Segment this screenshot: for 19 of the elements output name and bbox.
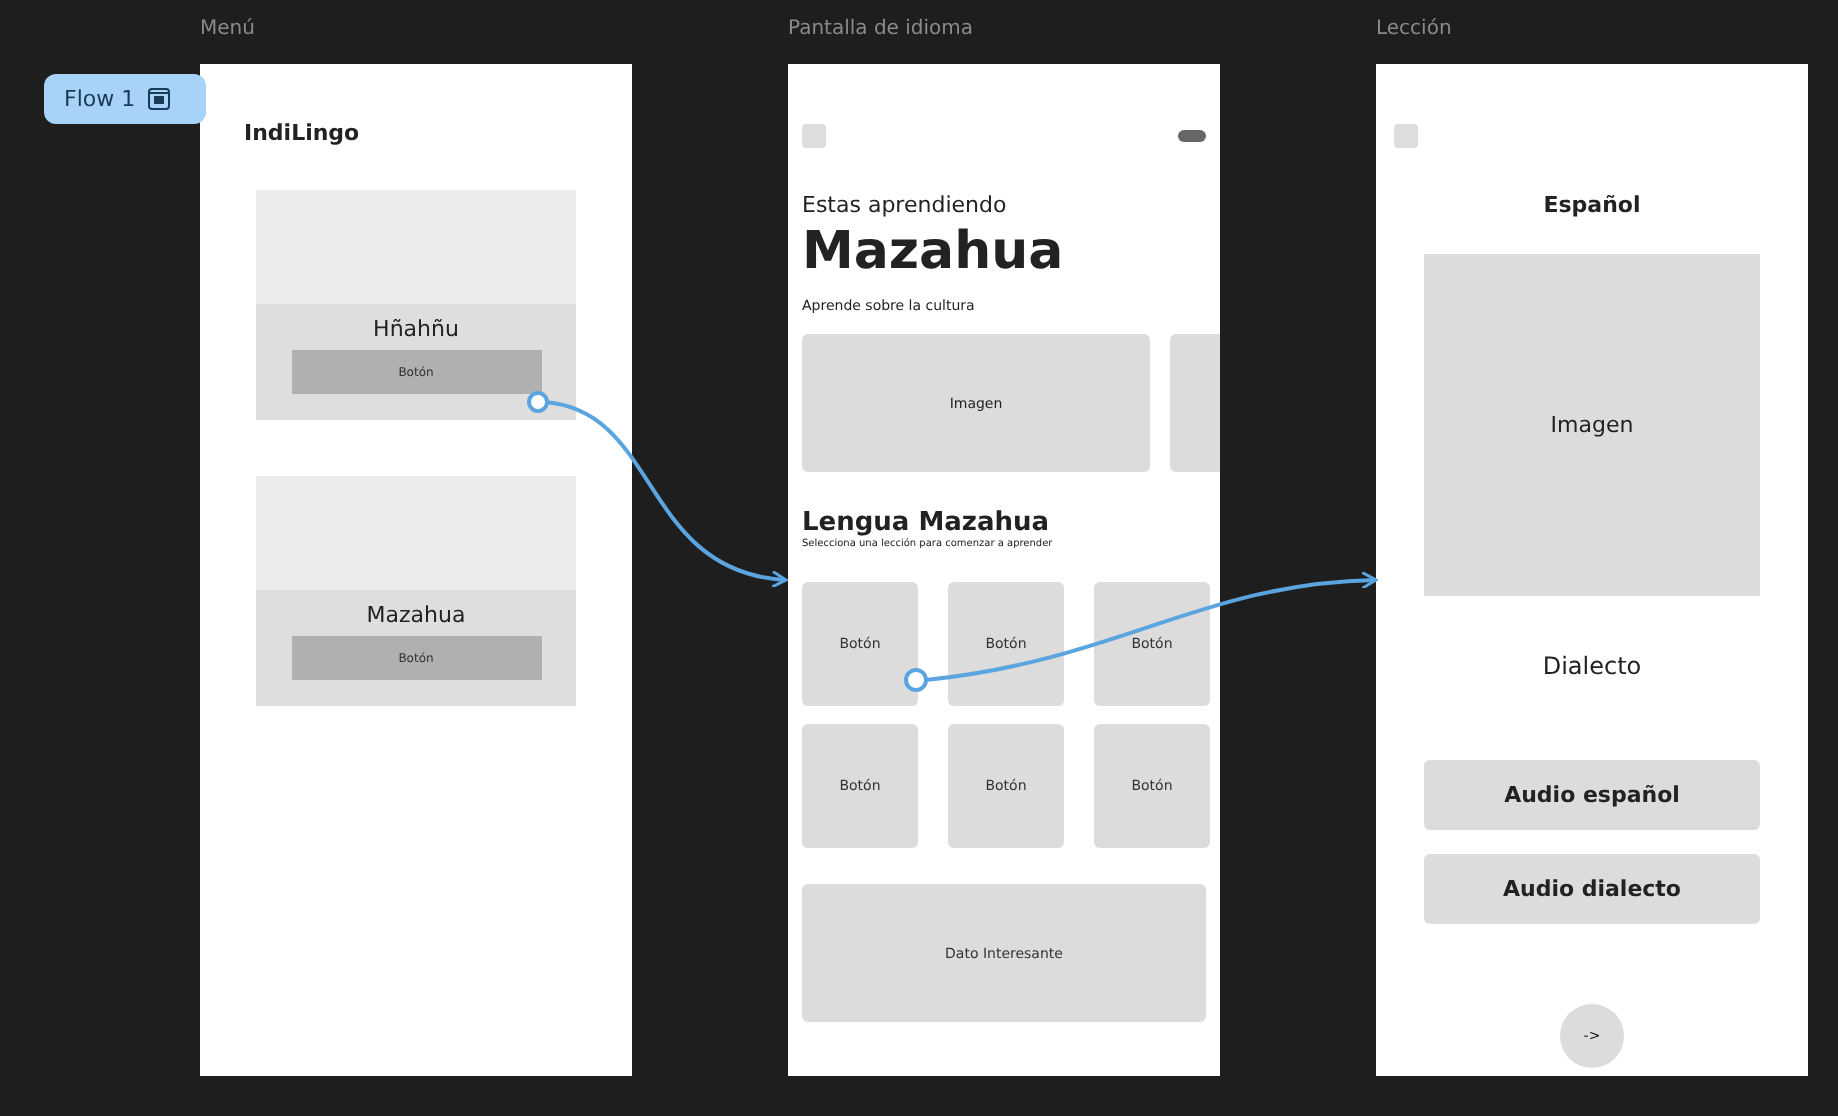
language-name: Mazahua [366,602,466,628]
flow-badge[interactable]: Flow 1 [44,74,206,124]
audio-button[interactable]: Audio español [1424,760,1760,830]
language-title: Mazahua [802,222,1066,282]
image-card: Imagen [1424,254,1760,596]
app-name: IndiLingo [244,120,362,146]
section-title: Lengua Mazahua [802,508,1052,538]
eyebrow-text: Estas aprendiendo [802,192,1009,218]
frame-icon [147,88,170,110]
word-label: Español [1541,192,1643,218]
language-name: Hñahñu [373,316,459,342]
prototype-connector[interactable] [527,391,788,588]
frame-title: Pantalla de idioma [788,16,976,44]
frame-title: Menú [200,16,257,44]
frame-title: Lección [1376,16,1454,44]
toggle-icon[interactable] [1178,130,1206,142]
prototype-connector[interactable] [904,571,1378,692]
dialect-label: Dialecto [1540,652,1644,680]
audio-button[interactable]: Audio dialecto [1424,854,1760,924]
